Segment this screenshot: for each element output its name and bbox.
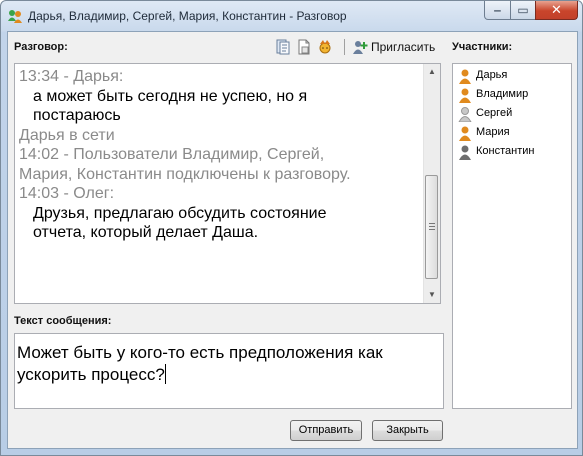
- message-header: 13:34 - Дарья:: [19, 68, 124, 85]
- message-text: постараюсь: [33, 107, 121, 124]
- participants-list[interactable]: Дарья Владимир Сергей Мария Константин: [452, 63, 572, 409]
- participants-label: Участники:: [452, 41, 513, 53]
- message-text: Друзья, предлагаю обсудить состояние: [33, 204, 327, 222]
- message-input[interactable]: Может быть у кого-то есть предположения …: [14, 333, 444, 409]
- user-icon: [459, 69, 471, 84]
- conversation-history[interactable]: 13:34 - Дарья: а может быть сегодня не у…: [14, 63, 441, 304]
- maximize-icon: ▭: [517, 3, 529, 17]
- message-text: отчета, который делает Даша.: [33, 224, 259, 241]
- maximize-button[interactable]: ▭: [510, 1, 536, 20]
- send-file-icon[interactable]: [296, 39, 312, 55]
- scroll-up-arrow[interactable]: ▲: [424, 64, 440, 80]
- add-user-icon: [353, 41, 368, 54]
- text-caret: [164, 364, 166, 384]
- conversation-window: Дарья, Владимир, Сергей, Мария, Констант…: [0, 0, 583, 456]
- close-button[interactable]: Закрыть: [372, 420, 443, 441]
- message-input-value: Может быть у кого-то есть предположения …: [17, 342, 437, 386]
- system-notice: Мария, Константин подключены к разговору…: [19, 165, 351, 183]
- message-header: 14:03 - Олег:: [19, 185, 115, 202]
- send-button[interactable]: Отправить: [290, 420, 362, 441]
- participant-name: Мария: [476, 126, 510, 138]
- minimize-button[interactable]: ‒: [484, 1, 511, 20]
- history-icon[interactable]: [275, 39, 291, 55]
- input-line-text: ускорить процесс?: [17, 365, 165, 384]
- user-icon: [458, 107, 472, 122]
- close-window-button[interactable]: ✕: [535, 1, 578, 20]
- history-scrollbar[interactable]: ▲ ▼: [423, 64, 440, 303]
- scroll-down-arrow[interactable]: ▼: [424, 287, 440, 303]
- invite-label: Пригласить: [371, 40, 436, 54]
- user-icon: [459, 126, 471, 141]
- system-notice: 14:02 - Пользователи Владимир, Сергей,: [19, 146, 325, 163]
- window-client-area: Разговор: Пригласить Участники: 13:34 - …: [7, 31, 578, 449]
- minimize-icon: ‒: [494, 3, 501, 17]
- conversation-lines: 13:34 - Дарья: а может быть сегодня не у…: [19, 67, 423, 243]
- participant-name: Владимир: [476, 88, 529, 100]
- message-text: а может быть сегодня не успею, но я: [33, 87, 308, 105]
- conversation-label: Разговор:: [14, 41, 68, 53]
- grip-line: [429, 229, 435, 230]
- toolbar-separator: [344, 39, 345, 55]
- emoticons-icon[interactable]: [317, 39, 333, 55]
- status-notice: Дарья в сети: [19, 126, 115, 144]
- close-icon: ✕: [551, 2, 562, 17]
- grip-line: [429, 226, 435, 227]
- participant-name: Сергей: [476, 107, 513, 119]
- message-text-label: Текст сообщения:: [14, 315, 112, 327]
- scrollbar-thumb[interactable]: [425, 175, 438, 279]
- input-line: Может быть у кого-то есть предположения …: [17, 343, 383, 362]
- contacts-icon: [8, 10, 22, 23]
- user-icon: [459, 145, 471, 160]
- title-bar[interactable]: Дарья, Владимир, Сергей, Мария, Констант…: [1, 1, 582, 31]
- grip-line: [429, 223, 435, 224]
- participant-name: Дарья: [476, 69, 508, 81]
- window-title: Дарья, Владимир, Сергей, Мария, Констант…: [28, 9, 347, 23]
- input-line: ускорить процесс?: [17, 364, 437, 386]
- participant-name: Константин: [476, 145, 535, 157]
- user-icon: [459, 88, 471, 103]
